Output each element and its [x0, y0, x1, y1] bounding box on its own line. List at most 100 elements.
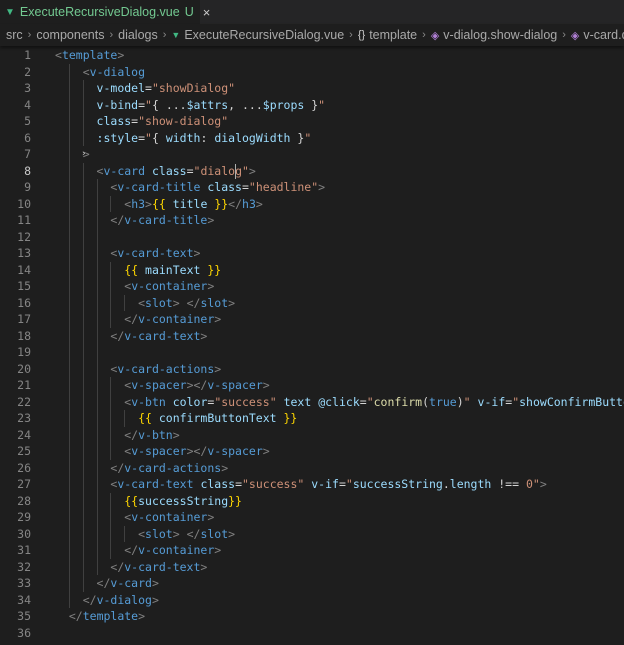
code-line[interactable]: 21 <v-spacer></v-spacer>	[0, 377, 624, 394]
close-icon[interactable]: ×	[203, 5, 211, 20]
code-line[interactable]: 10 <h3>{{ title }}</h3>	[0, 196, 624, 213]
code-token: "	[318, 97, 326, 112]
breadcrumb-item-components[interactable]: components	[36, 28, 104, 42]
code-token: >	[138, 609, 146, 623]
code-line[interactable]: 9 <v-card-title class="headline">	[0, 179, 624, 196]
line-number: 3	[24, 81, 31, 95]
code-token: "success"	[214, 394, 277, 409]
code-line[interactable]: 18 </v-card-text>	[0, 328, 624, 345]
code-line[interactable]: 32 </v-card-text>	[0, 559, 624, 576]
code-text: </v-dialog>	[55, 592, 159, 609]
code-line[interactable]: 1 <template>	[0, 47, 624, 64]
code-token: </	[110, 328, 125, 343]
code-line[interactable]: 14 {{ mainText }}	[0, 262, 624, 279]
code-line[interactable]: 28 {{successString}}	[0, 493, 624, 510]
chevron-right-icon: ›	[109, 29, 114, 41]
code-line[interactable]: 22 <v-btn color="success" text @click="c…	[0, 394, 624, 411]
code-text: :style="{ width: dialogWidth }"	[55, 130, 312, 147]
indent-guide	[124, 525, 126, 542]
code-token: text	[283, 394, 312, 409]
code-line[interactable]: 7 >	[0, 146, 624, 163]
code-token: </	[124, 312, 139, 326]
code-line[interactable]: 11 </v-card-title>	[0, 212, 624, 229]
line-number: 10	[17, 196, 31, 211]
code-line[interactable]: 3 v-model="showDialog"	[0, 80, 624, 97]
breadcrumb-item-dialogs[interactable]: dialogs	[118, 28, 158, 42]
code-line[interactable]: 12	[0, 229, 624, 246]
code-text: </v-card>	[55, 575, 159, 592]
indent-guide	[96, 179, 98, 575]
code-token: }	[304, 97, 319, 112]
code-token: >	[151, 576, 159, 590]
breadcrumb-item-template[interactable]: template	[369, 28, 417, 42]
code-line[interactable]: 27 <v-card-text class="success" v-if="su…	[0, 476, 624, 493]
breadcrumb-item-file[interactable]: ExecuteRecursiveDialog.vue	[184, 28, 344, 42]
code-token: "	[366, 394, 374, 409]
code-token: h3	[242, 196, 256, 211]
code-line[interactable]: 17 </v-container>	[0, 311, 624, 328]
code-line[interactable]: 26 </v-card-actions>	[0, 460, 624, 477]
code-line[interactable]: 6 :style="{ width: dialogWidth }"	[0, 130, 624, 147]
code-token: }}	[200, 262, 222, 277]
code-line[interactable]: 36	[0, 625, 624, 642]
code-line[interactable]: 2 <v-dialog	[0, 64, 624, 81]
code-token: }}	[207, 196, 229, 211]
code-line[interactable]: 16 <slot> </slot>	[0, 295, 624, 312]
line-number: 33	[17, 576, 31, 590]
line-number: 20	[17, 361, 31, 376]
code-line[interactable]: 20 <v-card-actions>	[0, 361, 624, 378]
indent-guide	[68, 63, 70, 608]
line-number: 15	[17, 279, 31, 293]
code-line[interactable]: 29 <v-container>	[0, 509, 624, 526]
line-number: 8	[24, 163, 31, 178]
code-line[interactable]: 13 <v-card-text>	[0, 245, 624, 262]
code-line[interactable]: 25 <v-spacer></v-spacer>	[0, 443, 624, 460]
code-line[interactable]: 4 v-bind="{ ...$attrs, ...$props }"	[0, 97, 624, 114]
code-token: >	[214, 312, 222, 326]
code-line[interactable]: 15 <v-container>	[0, 278, 624, 295]
code-line[interactable]: 30 <slot> </slot>	[0, 526, 624, 543]
code-line[interactable]: 23 {{ confirmButtonText }}	[0, 410, 624, 427]
fold-chevron-icon[interactable]: ›	[81, 146, 86, 163]
line-number: 5	[24, 114, 31, 128]
code-token: "	[304, 130, 312, 145]
code-token: >	[200, 559, 208, 574]
code-editor[interactable]: 1 <template> 2 <v-dialog 3 v-model="showDia…	[0, 46, 624, 645]
code-line[interactable]: 24 </v-btn>	[0, 427, 624, 444]
breadcrumb-item-src[interactable]: src	[6, 28, 23, 42]
code-text: </v-container>	[55, 542, 221, 559]
code-token: v-card-text	[117, 246, 194, 260]
code-token: "success"	[242, 477, 305, 491]
breadcrumb-item-v-card[interactable]: v-card.dialog	[583, 28, 624, 42]
code-token: v-card	[110, 576, 152, 590]
code-token: v-spacer	[207, 378, 263, 392]
breadcrumb-item-v-dialog[interactable]: v-dialog.show-dialog	[443, 28, 557, 42]
code-line[interactable]: 5 class="show-dialog"	[0, 113, 624, 130]
editor-tab[interactable]: ▼ ExecuteRecursiveDialog.vue U ×	[0, 0, 210, 24]
code-token: ></	[186, 444, 208, 458]
code-token: >	[207, 510, 215, 524]
code-text: </template>	[55, 608, 145, 625]
code-token: =	[235, 477, 242, 491]
code-line[interactable]: 8 <v-card class="dialog">	[0, 163, 624, 180]
indent-guide	[110, 195, 112, 212]
line-number: 1	[24, 48, 31, 62]
chevron-right-icon: ›	[162, 29, 167, 41]
code-line[interactable]: 33 </v-card>	[0, 575, 624, 592]
line-number: 21	[17, 378, 31, 392]
code-token: class	[200, 477, 236, 491]
code-line[interactable]: 35 </template>	[0, 608, 624, 625]
line-number: 32	[17, 559, 31, 574]
code-line[interactable]: 34 </v-dialog>	[0, 592, 624, 609]
code-line[interactable]: 31 </v-container>	[0, 542, 624, 559]
code-line[interactable]: 19	[0, 344, 624, 361]
code-token: v-container	[138, 543, 215, 557]
code-text: <v-spacer></v-spacer>	[55, 443, 269, 460]
code-token: @click	[318, 394, 360, 409]
code-token: {	[151, 130, 166, 145]
code-token: >	[117, 48, 125, 62]
